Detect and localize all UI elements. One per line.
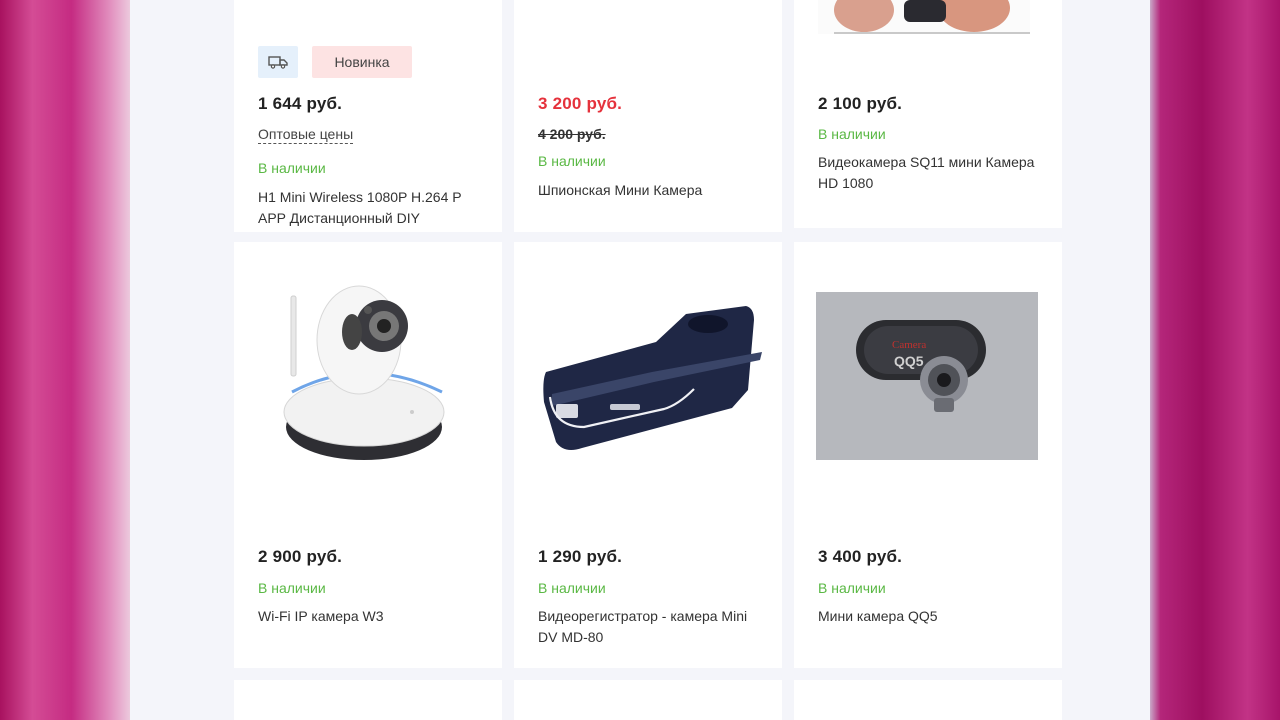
product-title[interactable]: Мини камера QQ5 [818,606,1042,627]
delivery-badge [258,46,298,78]
product-card[interactable] [514,680,782,720]
wholesale-prices-link[interactable]: Оптовые цены [258,126,354,144]
qq5-model-text: QQ5 [894,353,924,369]
mini-dv-camera-icon [543,306,762,450]
product-price: 2 100 руб. [818,94,903,113]
product-card[interactable]: 2 100 руб. В наличии Видеокамера SQ11 ми… [794,0,1062,228]
product-image[interactable] [234,272,502,472]
product-card[interactable]: Camera QQ5 3 400 руб. В наличии Мини кам… [794,242,1062,668]
background-right [1150,0,1280,720]
product-card[interactable] [234,680,502,720]
ip-camera-icon [283,285,445,460]
product-price: 2 900 руб. [258,547,343,566]
product-card[interactable]: Новинка 1 644 руб. Оптовые цены В наличи… [234,0,502,232]
qq5-camera-icon: Camera QQ5 [816,292,1038,460]
product-price: 3 200 руб. [538,94,623,113]
product-title[interactable]: Wi-Fi IP камера W3 [258,606,482,627]
product-price: 1 290 руб. [538,547,623,566]
product-card[interactable]: 2 900 руб. В наличии Wi-Fi IP камера W3 [234,242,502,668]
product-title[interactable]: Видеорегистратор - камера Mini DV MD-80 [538,606,762,648]
stock-status: В наличии [258,160,326,176]
background-left [0,0,130,720]
product-title[interactable]: Шпионская Мини Камера [538,180,762,201]
product-image[interactable]: Camera QQ5 [794,292,1062,460]
truck-icon [268,56,288,69]
stock-status: В наличии [818,126,886,142]
stock-status: В наличии [818,580,886,596]
product-card[interactable] [794,680,1062,720]
product-card[interactable]: 1 290 руб. В наличии Видеорегистратор - … [514,242,782,668]
old-price: 4 200 руб. [538,126,606,142]
product-image[interactable] [514,302,782,462]
stock-status: В наличии [258,580,326,596]
qq5-brand-text: Camera [892,339,926,351]
product-image[interactable] [794,0,1062,34]
new-badge: Новинка [312,46,412,78]
product-price: 1 644 руб. [258,94,343,113]
catalog-page: Новинка 1 644 руб. Оптовые цены В наличи… [130,0,1150,720]
product-card[interactable]: 3 200 руб. 4 200 руб. В наличии Шпионска… [514,0,782,232]
product-price: 3 400 руб. [818,547,903,566]
product-title[interactable]: H1 Mini Wireless 1080P H.264 P APP Диста… [258,187,482,229]
product-title[interactable]: Видеокамера SQ11 мини Камера HD 1080 [818,152,1042,194]
stock-status: В наличии [538,153,606,169]
stock-status: В наличии [538,580,606,596]
